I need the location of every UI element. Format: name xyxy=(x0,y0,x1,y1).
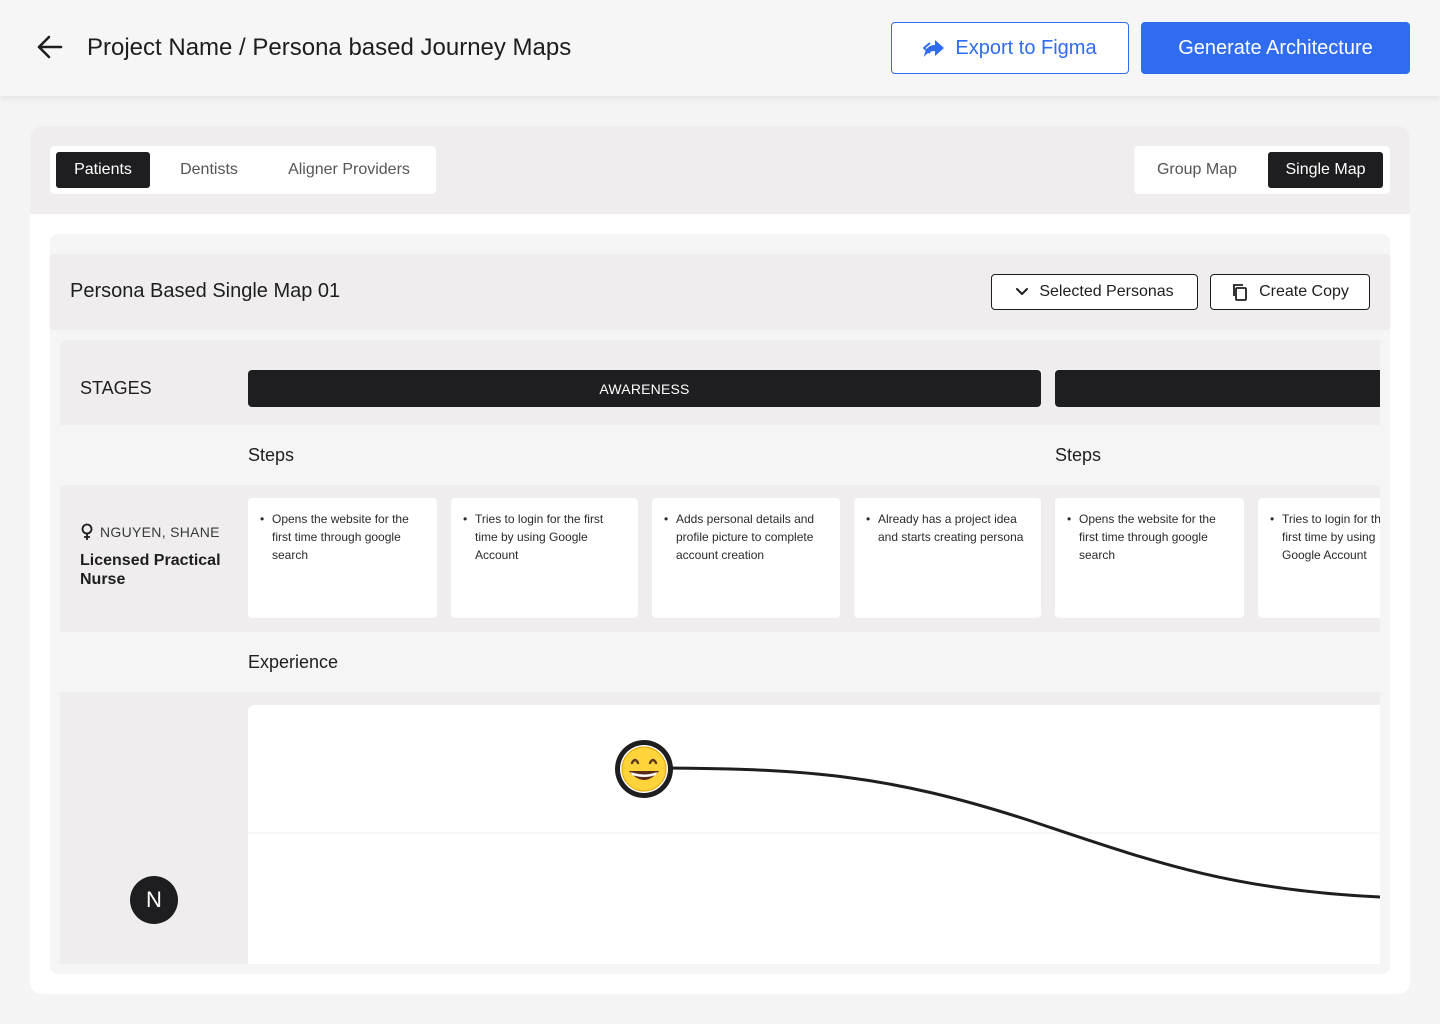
bullet-icon: • xyxy=(463,512,468,526)
bullet-icon: • xyxy=(260,512,265,526)
map-header: Persona Based Single Map 01 Selected Per… xyxy=(50,254,1390,330)
map-view-toggle: Group Map Single Map xyxy=(1134,146,1390,194)
single-map-card: Persona Based Single Map 01 Selected Per… xyxy=(50,234,1390,974)
step-card[interactable]: • Tries to login for the first time by us… xyxy=(1258,498,1380,618)
share-arrow-icon xyxy=(923,40,945,57)
journey-map-container: Patients Dentists Aligner Providers Grou… xyxy=(30,126,1410,994)
stages-label: STAGES xyxy=(80,378,152,398)
create-copy-label: Create Copy xyxy=(1259,283,1349,300)
export-label: Export to Figma xyxy=(955,36,1097,59)
experience-row: N xyxy=(60,692,1380,964)
experience-curve-svg xyxy=(248,740,1380,899)
step-text: Tries to login for the first time by usi… xyxy=(1282,512,1380,562)
generate-architecture-button[interactable]: Generate Architecture xyxy=(1141,22,1410,74)
step-card[interactable]: • Already has a project idea and starts c… xyxy=(854,498,1041,618)
bullet-icon: • xyxy=(664,512,669,526)
tab-aligner-providers[interactable]: Aligner Providers xyxy=(272,152,426,188)
tab-patients[interactable]: Patients xyxy=(56,152,150,188)
chevron-down-icon xyxy=(1016,288,1029,295)
experience-chart xyxy=(248,705,1380,964)
tab-single-map[interactable]: Single Map xyxy=(1268,152,1383,188)
experience-header-row: Experience xyxy=(60,632,1380,692)
create-copy-button[interactable]: Create Copy xyxy=(1210,274,1370,310)
steps-header-row: Steps Steps xyxy=(60,425,1380,485)
export-to-figma-button[interactable]: Export to Figma xyxy=(891,22,1129,74)
bullet-icon: • xyxy=(866,512,871,526)
top-bar: Project Name / Persona based Journey Map… xyxy=(0,0,1440,96)
persona-name: NGUYEN, SHANE xyxy=(100,524,220,540)
bullet-icon: • xyxy=(1067,512,1072,526)
step-card[interactable]: • Opens the website for the first time th… xyxy=(248,498,437,618)
step-text: Opens the website for the first time thr… xyxy=(1079,512,1216,562)
selected-personas-label: Selected Personas xyxy=(1039,283,1174,300)
back-button[interactable] xyxy=(32,30,66,64)
experience-label: Experience xyxy=(248,652,339,672)
step-card[interactable]: • Opens the website for the first time th… xyxy=(1055,498,1244,618)
step-text: Opens the website for the first time thr… xyxy=(272,512,409,562)
step-card[interactable]: • Adds personal details and profile pictu… xyxy=(652,498,840,618)
tab-group-map[interactable]: Group Map xyxy=(1140,152,1254,188)
persona-name-line: NGUYEN, SHANE xyxy=(80,523,240,541)
selected-personas-dropdown[interactable]: Selected Personas xyxy=(991,274,1198,310)
steps-label: Steps xyxy=(248,445,295,465)
bullet-icon: • xyxy=(1270,512,1275,526)
persona-role: Licensed Practical Nurse xyxy=(80,552,221,588)
map-title: Persona Based Single Map 01 xyxy=(70,280,341,302)
stage-awareness[interactable]: AWARENESS xyxy=(248,370,1041,407)
step-text: Already has a project idea and starts cr… xyxy=(878,512,1024,544)
avatar: N xyxy=(130,876,178,924)
stages-row: STAGES AWARENESS xyxy=(60,340,1380,425)
stage-next[interactable] xyxy=(1055,370,1380,407)
tab-dentists[interactable]: Dentists xyxy=(160,152,258,188)
copy-icon xyxy=(1233,284,1247,301)
tabs-band: Patients Dentists Aligner Providers Grou… xyxy=(30,126,1410,214)
step-card[interactable]: • Tries to login for the first time by us… xyxy=(451,498,638,618)
grinning-face-icon[interactable] xyxy=(621,746,667,792)
persona-tabs: Patients Dentists Aligner Providers xyxy=(50,146,436,194)
step-text: Adds personal details and profile pictur… xyxy=(676,512,815,562)
steps-row: NGUYEN, SHANE Licensed Practical Nurse •… xyxy=(60,485,1380,632)
step-text: Tries to login for the first time by usi… xyxy=(475,512,604,562)
arrow-left-icon xyxy=(37,35,63,59)
journey-grid: STAGES AWARENESS Steps Steps NGUYEN, SHA… xyxy=(60,340,1380,964)
steps-label: Steps xyxy=(1055,445,1102,465)
persona-info: NGUYEN, SHANE Licensed Practical Nurse xyxy=(80,523,240,589)
female-icon xyxy=(81,523,93,540)
page-title: Project Name / Persona based Journey Map… xyxy=(87,34,572,61)
